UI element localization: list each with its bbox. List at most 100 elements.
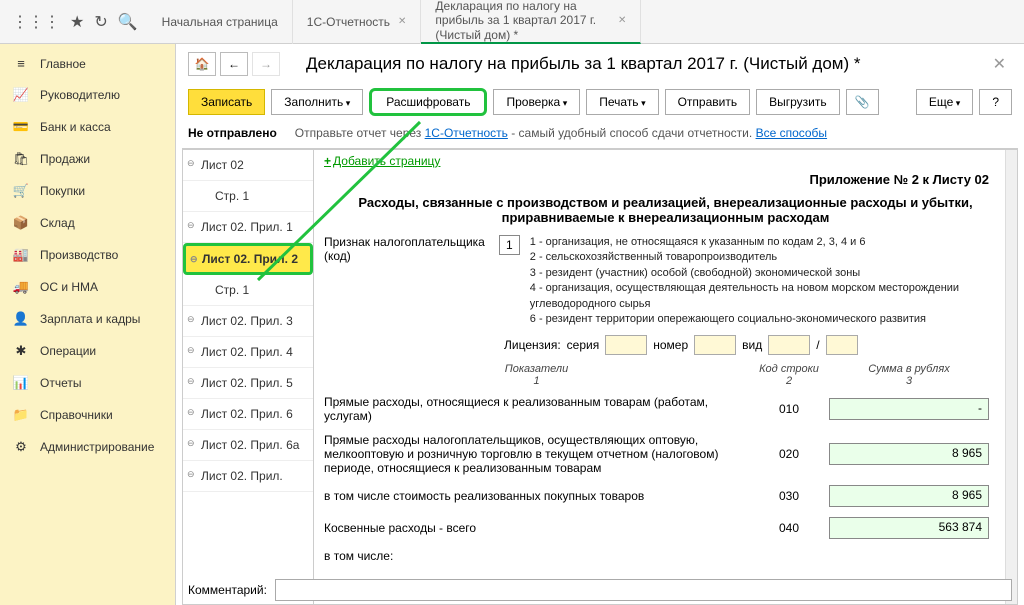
- tree-item[interactable]: ⊖Лист 02: [183, 150, 313, 181]
- taxpayer-sign-label: Признак налогоплательщика (код): [324, 235, 489, 263]
- table-row: в том числе:: [324, 549, 989, 563]
- attach-button[interactable]: 📎: [846, 89, 879, 115]
- link-1c-reporting[interactable]: 1С-Отчетность: [425, 126, 508, 140]
- toggle-icon[interactable]: ⊖: [187, 345, 195, 356]
- decode-button[interactable]: Расшифровать: [369, 88, 487, 116]
- type-label: вид: [742, 338, 762, 352]
- sidebar-item-label: Банк и касса: [40, 120, 111, 134]
- fill-button[interactable]: Заполнить: [271, 89, 363, 115]
- toggle-icon[interactable]: ⊖: [187, 220, 195, 231]
- section-icon: 📦: [12, 215, 30, 231]
- sidebar-item-label: Справочники: [40, 408, 113, 422]
- license-type-input[interactable]: [768, 335, 810, 355]
- sidebar-item[interactable]: 📈Руководителю: [0, 79, 175, 111]
- amount-input[interactable]: 563 874: [829, 517, 989, 539]
- toggle-icon[interactable]: ⊖: [187, 469, 195, 480]
- more-button[interactable]: Еще: [916, 89, 973, 115]
- sheet-tree: ⊖Лист 02Стр. 1⊖Лист 02. Прил. 1⊖Лист 02.…: [182, 149, 314, 605]
- tree-item[interactable]: ⊖Лист 02. Прил. 6а: [183, 430, 313, 461]
- link-all-methods[interactable]: Все способы: [756, 126, 828, 140]
- sidebar-item-label: ОС и НМА: [40, 280, 98, 294]
- tab-reporting[interactable]: 1С-Отчетность✕: [293, 0, 422, 44]
- sidebar-item[interactable]: 💳 Банк и касса: [0, 111, 175, 143]
- row-label: Косвенные расходы - всего: [324, 521, 749, 535]
- row-label: в том числе:: [324, 549, 749, 563]
- help-button[interactable]: ?: [979, 89, 1012, 115]
- section-icon: 📁: [12, 407, 30, 423]
- section-icon: 💳: [12, 119, 30, 135]
- tree-item[interactable]: ⊖Лист 02. Прил. 6: [183, 399, 313, 430]
- star-icon[interactable]: ★: [70, 12, 84, 32]
- section-icon: 📊: [12, 375, 30, 391]
- tree-item-label: Лист 02. Прил. 5: [201, 376, 293, 390]
- sidebar-item[interactable]: 👤Зарплата и кадры: [0, 303, 175, 335]
- tab-home[interactable]: Начальная страница: [148, 0, 293, 44]
- license-sub-input[interactable]: [826, 335, 858, 355]
- tree-item-label: Лист 02. Прил. 3: [201, 314, 293, 328]
- sidebar-item-label: Операции: [40, 344, 96, 358]
- toggle-icon[interactable]: ⊖: [187, 158, 195, 169]
- status-badge: Не отправлено: [188, 126, 277, 140]
- sidebar-item[interactable]: ≡Главное: [0, 48, 175, 79]
- home-button[interactable]: 🏠: [188, 52, 216, 76]
- sidebar-item[interactable]: 📦Склад: [0, 207, 175, 239]
- tree-item[interactable]: ⊖ Лист 02. Прил. 5: [183, 368, 313, 399]
- toggle-icon[interactable]: ⊖: [187, 407, 195, 418]
- row-label: Прямые расходы налогоплательщиков, осуще…: [324, 433, 749, 475]
- toggle-icon[interactable]: ⊖: [187, 314, 195, 325]
- tree-item[interactable]: ⊖Лист 02. Прил. 1: [183, 212, 313, 243]
- table-row: Косвенные расходы - всего040563 874: [324, 517, 989, 539]
- col-header: Показатели: [505, 363, 569, 375]
- sidebar-item-label: Администрирование: [40, 440, 154, 454]
- toggle-icon[interactable]: ⊖: [187, 438, 195, 449]
- license-serie-input[interactable]: [605, 335, 647, 355]
- back-button[interactable]: ←: [220, 52, 248, 76]
- tree-item[interactable]: ⊖Лист 02. Прил.: [183, 461, 313, 492]
- apps-icon[interactable]: ⋮⋮⋮: [12, 12, 60, 32]
- toggle-icon[interactable]: ⊖: [187, 376, 195, 387]
- close-icon[interactable]: ✕: [398, 16, 406, 27]
- print-button[interactable]: Печать: [586, 89, 658, 115]
- sidebar-item[interactable]: 🛍Продажи: [0, 143, 175, 175]
- form-panel: + Добавить страницу Приложение № 2 к Лис…: [314, 149, 1018, 605]
- tab-label: Декларация по налогу на прибыль за 1 ква…: [435, 0, 610, 42]
- tree-item[interactable]: Стр. 1: [183, 181, 313, 212]
- sidebar-item[interactable]: ✱ Операции: [0, 335, 175, 367]
- tree-item[interactable]: Стр. 1: [183, 275, 313, 306]
- sidebar-item[interactable]: 🏭Производство: [0, 239, 175, 271]
- col-header: Код строки: [759, 363, 819, 375]
- tree-item[interactable]: ⊖ Лист 02. Прил. 3: [183, 306, 313, 337]
- sidebar-item[interactable]: ⚙Администрирование: [0, 431, 175, 463]
- send-button[interactable]: Отправить: [665, 89, 751, 115]
- export-button[interactable]: Выгрузить: [756, 89, 840, 115]
- check-button[interactable]: Проверка: [493, 89, 580, 115]
- close-icon[interactable]: ✕: [618, 15, 626, 26]
- table-row: Прямые расходы налогоплательщиков, осуще…: [324, 433, 989, 475]
- sidebar-item[interactable]: 🛒Покупки: [0, 175, 175, 207]
- comment-label: Комментарий:: [188, 583, 267, 597]
- add-page-link[interactable]: + Добавить страницу: [324, 154, 440, 168]
- tree-item[interactable]: ⊖Лист 02. Прил. 2: [183, 243, 313, 275]
- taxpayer-sign-input[interactable]: 1: [499, 235, 520, 255]
- license-number-input[interactable]: [694, 335, 736, 355]
- table-row: в том числе стоимость реализованных поку…: [324, 485, 989, 507]
- save-button[interactable]: Записать: [188, 89, 265, 115]
- sidebar-item[interactable]: 📊Отчеты: [0, 367, 175, 399]
- row-label: в том числе стоимость реализованных поку…: [324, 489, 749, 503]
- tab-declaration[interactable]: Декларация по налогу на прибыль за 1 ква…: [421, 0, 641, 44]
- sidebar-item[interactable]: 🚚ОС и НМА: [0, 271, 175, 303]
- sidebar-item[interactable]: 📁 Справочники: [0, 399, 175, 431]
- close-icon[interactable]: ✕: [987, 54, 1012, 74]
- tree-item[interactable]: ⊖Лист 02. Прил. 4: [183, 337, 313, 368]
- amount-input[interactable]: 8 965: [829, 443, 989, 465]
- toggle-icon[interactable]: ⊖: [190, 254, 198, 265]
- amount-input[interactable]: 8 965: [829, 485, 989, 507]
- section-icon: ✱: [12, 343, 30, 359]
- forward-button[interactable]: →: [252, 52, 280, 76]
- license-label: Лицензия:: [504, 338, 561, 352]
- amount-input[interactable]: -: [829, 398, 989, 420]
- comment-input[interactable]: [275, 579, 1012, 601]
- search-icon[interactable]: 🔍: [118, 12, 138, 32]
- history-icon[interactable]: ↻: [94, 12, 107, 32]
- scrollbar[interactable]: [1005, 150, 1017, 604]
